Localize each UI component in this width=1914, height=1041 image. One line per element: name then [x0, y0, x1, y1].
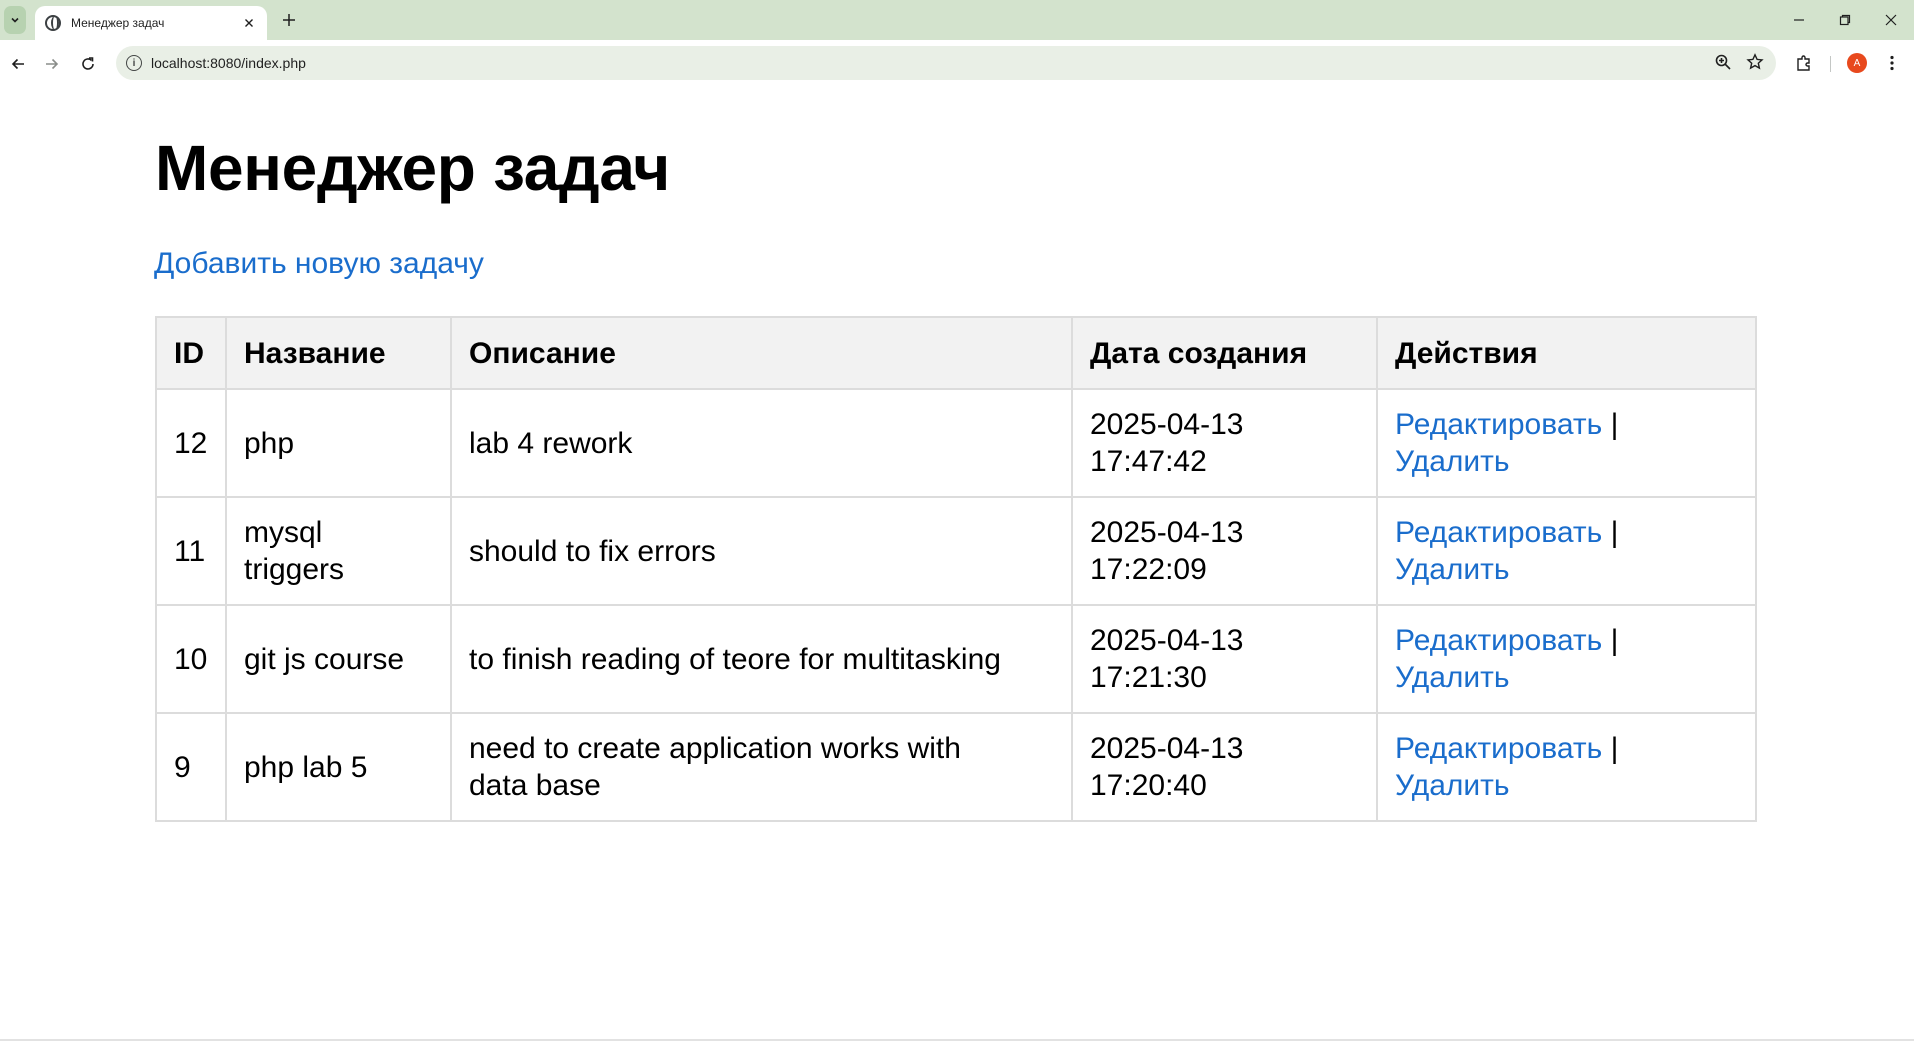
edit-link[interactable]: Редактировать — [1395, 408, 1602, 441]
tasks-table: ID Название Описание Дата создания Дейст… — [155, 316, 1757, 822]
edit-link[interactable]: Редактировать — [1395, 624, 1602, 657]
reload-button[interactable] — [76, 52, 100, 76]
created-date: 2025-04-13 — [1090, 732, 1244, 765]
delete-link[interactable]: Удалить — [1395, 553, 1510, 586]
zoom-icon[interactable] — [1714, 53, 1732, 71]
delete-link[interactable]: Удалить — [1395, 661, 1510, 694]
edit-link[interactable]: Редактировать — [1395, 732, 1602, 765]
tab-active[interactable]: Менеджер задач — [35, 6, 267, 40]
cell-id: 10 — [155, 604, 227, 714]
avatar: A — [1847, 53, 1867, 73]
cell-created: 2025-04-13 17:47:42 — [1071, 388, 1378, 498]
minimize-icon — [1794, 19, 1804, 21]
action-separator: | — [1610, 732, 1619, 765]
close-window-button[interactable] — [1868, 0, 1914, 40]
cell-actions: Редактировать | Удалить — [1376, 604, 1757, 714]
table-row: 12 php lab 4 rework 2025-04-13 17:47:42 Р… — [155, 388, 1757, 498]
url-text[interactable]: localhost:8080/index.php — [151, 55, 306, 71]
edit-link[interactable]: Редактировать — [1395, 516, 1602, 549]
chevron-down-icon — [11, 17, 19, 23]
created-time: 17:21:30 — [1090, 661, 1207, 694]
reload-icon — [82, 57, 94, 70]
cell-name: mysql triggers — [225, 496, 452, 606]
delete-link[interactable]: Удалить — [1395, 445, 1510, 478]
created-time: 17:22:09 — [1090, 553, 1207, 586]
plus-icon — [283, 14, 295, 26]
restore-icon — [1839, 14, 1851, 26]
name-line: triggers — [244, 553, 345, 586]
close-icon — [245, 19, 253, 27]
created-time: 17:47:42 — [1090, 445, 1207, 478]
globe-icon — [45, 15, 61, 31]
profile-button[interactable]: A — [1845, 51, 1869, 75]
created-date: 2025-04-13 — [1090, 408, 1244, 441]
cell-created: 2025-04-13 17:20:40 — [1071, 712, 1378, 822]
tab-title: Менеджер задач — [71, 16, 165, 30]
back-button[interactable] — [6, 52, 30, 76]
cell-actions: Редактировать | Удалить — [1376, 712, 1757, 822]
cell-created: 2025-04-13 17:21:30 — [1071, 604, 1378, 714]
header-created: Дата создания — [1071, 316, 1378, 390]
tab-strip: Менеджер задач — [0, 0, 1914, 40]
name-line: mysql — [244, 516, 323, 549]
tab-search-button[interactable] — [4, 6, 26, 34]
forward-button[interactable] — [40, 52, 64, 76]
restore-button[interactable] — [1822, 0, 1868, 40]
cell-description: to finish reading of teore for multitask… — [450, 604, 1073, 714]
close-icon — [1885, 14, 1897, 26]
header-actions: Действия — [1376, 316, 1757, 390]
cell-description: need to create application works with dat… — [450, 712, 1073, 822]
table-header-row: ID Название Описание Дата создания Дейст… — [155, 316, 1757, 390]
cell-id: 9 — [155, 712, 227, 822]
cell-created: 2025-04-13 17:22:09 — [1071, 496, 1378, 606]
puzzle-icon — [1797, 55, 1810, 71]
cell-name: php lab 5 — [225, 712, 452, 822]
browser-chrome: Менеджер задач i localhost:8080/index.ph… — [0, 0, 1914, 87]
browser-toolbar: i localhost:8080/index.php A — [0, 40, 1914, 87]
address-bar-actions — [1714, 53, 1764, 71]
delete-link[interactable]: Удалить — [1395, 769, 1510, 802]
info-icon[interactable]: i — [126, 55, 142, 71]
cell-actions: Редактировать | Удалить — [1376, 496, 1757, 606]
cell-name: git js course — [225, 604, 452, 714]
new-tab-button[interactable] — [278, 9, 300, 31]
browser-menu-button[interactable] — [1880, 51, 1904, 75]
kebab-menu-icon — [1890, 55, 1894, 71]
add-task-link[interactable]: Добавить новую задачу — [154, 247, 484, 281]
cell-name: php — [225, 388, 452, 498]
table-row: 11 mysql triggers should to fix errors 20… — [155, 496, 1757, 606]
arrow-right-icon — [46, 58, 59, 70]
toolbar-divider — [1830, 56, 1831, 72]
cell-description: should to fix errors — [450, 496, 1073, 606]
minimize-button[interactable] — [1776, 0, 1822, 40]
page-content: Менеджер задач Добавить новую задачу ID … — [0, 87, 1914, 1041]
arrow-left-icon — [11, 58, 24, 70]
cell-actions: Редактировать | Удалить — [1376, 388, 1757, 498]
header-name: Название — [225, 316, 452, 390]
table-row: 10 git js course to finish reading of te… — [155, 604, 1757, 714]
window-controls — [1776, 0, 1914, 40]
description-line: data base — [469, 769, 601, 802]
address-bar[interactable]: i localhost:8080/index.php — [116, 46, 1776, 80]
action-separator: | — [1610, 624, 1619, 657]
header-id: ID — [155, 316, 227, 390]
cell-description: lab 4 rework — [450, 388, 1073, 498]
description-line: need to create application works with — [469, 732, 961, 765]
cell-id: 11 — [155, 496, 227, 606]
action-separator: | — [1610, 408, 1619, 441]
tab-close-button[interactable] — [241, 15, 257, 31]
created-date: 2025-04-13 — [1090, 516, 1244, 549]
action-separator: | — [1610, 516, 1619, 549]
table-row: 9 php lab 5 need to create application w… — [155, 712, 1757, 822]
cell-id: 12 — [155, 388, 227, 498]
extensions-button[interactable] — [1792, 51, 1816, 75]
header-description: Описание — [450, 316, 1073, 390]
bookmark-star-icon[interactable] — [1746, 53, 1764, 71]
page-title: Менеджер задач — [155, 132, 670, 204]
created-date: 2025-04-13 — [1090, 624, 1244, 657]
created-time: 17:20:40 — [1090, 769, 1207, 802]
